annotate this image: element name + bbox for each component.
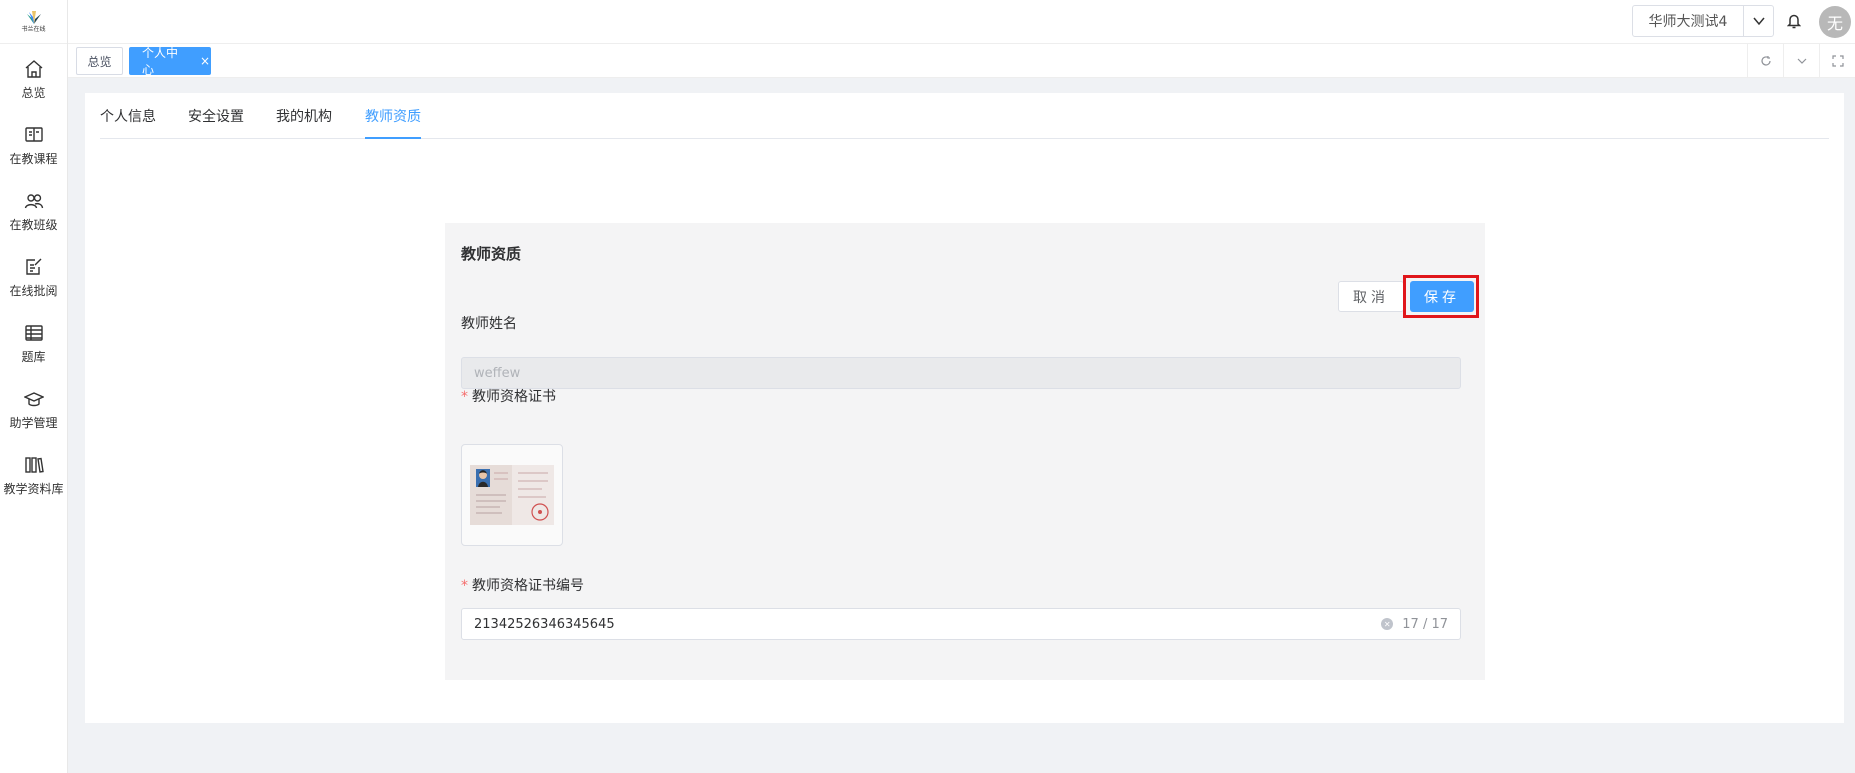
home-icon: [23, 58, 45, 80]
sidebar-item-question-bank[interactable]: 题库: [0, 310, 67, 376]
tags-view: 总览 个人中心 ×: [68, 44, 1855, 78]
logo-icon: [26, 10, 41, 24]
active-tab-indicator: [365, 137, 421, 139]
sidebar-item-label: 总览: [21, 85, 46, 100]
question-bank-icon: [23, 322, 45, 344]
avatar[interactable]: 无: [1819, 6, 1851, 38]
required-mark: *: [461, 389, 468, 405]
book-icon: [23, 124, 45, 146]
graduation-cap-icon: [23, 388, 45, 410]
tab-security-settings[interactable]: 安全设置: [188, 106, 244, 126]
sidebar-item-overview[interactable]: 总览: [0, 46, 67, 112]
certificate-label: * 教师资格证书: [461, 386, 556, 406]
sidebar-nav: 总览 在教课程 在教班级 在线批阅 题库 助学管理 教学资料库: [0, 46, 67, 508]
sidebar-item-label: 助学管理: [9, 415, 58, 430]
cancel-button[interactable]: 取消: [1338, 281, 1404, 312]
chevron-down-icon[interactable]: [1783, 44, 1819, 78]
logo[interactable]: 书兰在线: [0, 0, 67, 44]
sidebar-item-label: 题库: [21, 349, 46, 364]
org-select[interactable]: 华师大测试4: [1632, 5, 1774, 37]
certificate-number-value: 21342526346345645: [474, 616, 615, 632]
main-content: 个人信息 安全设置 我的机构 教师资质 教师资质 取消 保存 教师姓名 weff…: [85, 93, 1844, 723]
sidebar-item-label: 在线批阅: [9, 283, 58, 298]
sidebar-item-library[interactable]: 教学资料库: [0, 442, 67, 508]
library-icon: [23, 454, 45, 476]
edit-icon: [23, 256, 45, 278]
tag-label: 总览: [87, 54, 112, 69]
tab-personal-info[interactable]: 个人信息: [100, 106, 156, 126]
sidebar-item-label: 在教课程: [9, 151, 58, 166]
certificate-upload[interactable]: [461, 444, 563, 546]
sidebar: 书兰在线 总览 在教课程 在教班级 在线批阅 题库 助学管理 教学资料库: [0, 0, 68, 773]
fullscreen-icon[interactable]: [1819, 44, 1855, 78]
required-mark: *: [461, 578, 468, 594]
qualification-panel: 教师资质 取消 保存 教师姓名 weffew * 教师资格证书 * 教师资格证书…: [445, 223, 1485, 680]
teacher-name-input: weffew: [461, 357, 1461, 389]
teacher-name-label: 教师姓名: [461, 316, 517, 332]
panel-title: 教师资质: [461, 245, 522, 263]
teacher-name-value: weffew: [474, 365, 521, 381]
sidebar-item-classes[interactable]: 在教班级: [0, 178, 67, 244]
sidebar-item-courses[interactable]: 在教课程: [0, 112, 67, 178]
save-button[interactable]: 保存: [1410, 281, 1474, 312]
refresh-icon[interactable]: [1747, 44, 1783, 78]
certificate-number-label: * 教师资格证书编号: [461, 575, 584, 595]
certificate-label-text: 教师资格证书: [472, 389, 556, 405]
org-select-value: 华师大测试4: [1648, 14, 1728, 30]
profile-tabs: 个人信息 安全设置 我的机构 教师资质: [100, 93, 1829, 139]
clear-icon[interactable]: ✕: [1381, 618, 1394, 630]
tag-personal-center[interactable]: 个人中心 ×: [129, 46, 211, 77]
certificate-number-input[interactable]: 21342526346345645 ✕ 17 / 17: [461, 608, 1461, 640]
tab-teacher-qualification[interactable]: 教师资质: [365, 106, 421, 126]
users-icon: [23, 190, 45, 212]
certificate-image: [470, 465, 554, 525]
sidebar-item-label: 在教班级: [9, 217, 58, 232]
sidebar-item-label: 教学资料库: [3, 481, 64, 496]
logo-text: 书兰在线: [21, 25, 46, 33]
chevron-down-icon[interactable]: [1743, 6, 1773, 36]
certificate-number-label-text: 教师资格证书编号: [472, 578, 584, 594]
sidebar-item-learning-support[interactable]: 助学管理: [0, 376, 67, 442]
bell-icon[interactable]: [1784, 11, 1804, 31]
character-count: 17 / 17: [1402, 616, 1448, 632]
top-header: 华师大测试4 无: [68, 0, 1855, 44]
tag-label: 个人中心: [142, 46, 179, 77]
sidebar-item-grading[interactable]: 在线批阅: [0, 244, 67, 310]
tag-overview[interactable]: 总览: [76, 47, 123, 75]
tab-my-organization[interactable]: 我的机构: [276, 106, 332, 126]
close-icon[interactable]: ×: [200, 54, 210, 68]
tab-tools: [1747, 44, 1855, 78]
